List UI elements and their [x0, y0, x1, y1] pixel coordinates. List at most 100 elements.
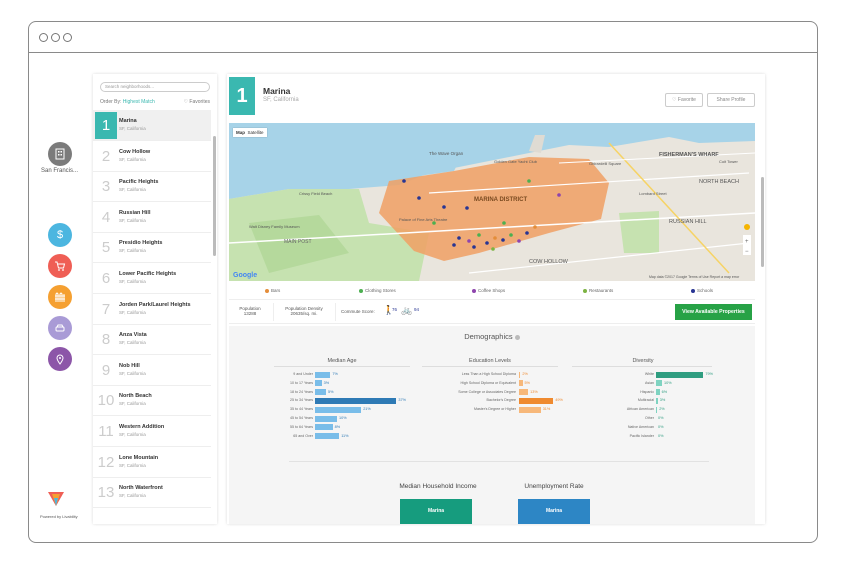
legend-dot-icon [265, 288, 269, 293]
bar-value: 0% [658, 424, 664, 429]
map-canvas[interactable]: The Wave Organ MARINA DISTRICT Palace of… [229, 123, 755, 281]
neighborhood-list-item[interactable]: 8 Anza Vista SF, California [93, 324, 211, 356]
bar-value: 79% [705, 372, 713, 376]
neighborhood-list-item[interactable]: 6 Lower Pacific Heights SF, California [93, 263, 211, 294]
bar-label: 25 to 34 Years [290, 398, 313, 403]
list-scrollbar[interactable] [213, 136, 216, 256]
bar-value: 7% [332, 372, 338, 376]
bar-value: 31% [542, 407, 551, 412]
google-logo: Google [233, 272, 257, 279]
commute-score-label: Commute Score: [341, 309, 375, 314]
list-item-city: SF, California [119, 279, 146, 284]
bar [656, 389, 660, 396]
neighborhood-list-item[interactable]: 11 Western Addition SF, California [93, 416, 211, 447]
list-item-rank: 1 [95, 112, 117, 139]
bar-value: 5% [328, 389, 334, 394]
median-age-title: Median Age [327, 358, 357, 364]
neighborhood-list-item[interactable]: 9 Nob Hill SF, California [93, 355, 211, 386]
info-icon[interactable] [514, 334, 520, 340]
bar [519, 389, 529, 396]
map-legend-item[interactable]: Clothing Stores [359, 288, 396, 293]
favorite-button[interactable]: ♡ Favorite [665, 93, 703, 107]
cart-icon[interactable] [48, 254, 72, 278]
building-icon[interactable] [48, 142, 72, 166]
list-item-city: SF, California [119, 462, 146, 468]
bar [519, 371, 521, 378]
favorites-link[interactable]: ♡ Favorites [184, 99, 210, 105]
bar [315, 406, 362, 413]
bar-label: Native American [627, 424, 654, 429]
dollar-icon[interactable]: $ [48, 223, 72, 247]
map-type-toggle[interactable]: Map Satellite [233, 128, 267, 137]
bar-label: 9 and Under [293, 372, 313, 376]
powered-by-label: Powered by Livability [40, 514, 78, 519]
map-label: The Wave Organ [429, 151, 464, 156]
location-icon[interactable] [48, 347, 72, 371]
rail-city-label: San Francis... [41, 168, 79, 174]
unemployment-box: Marina [518, 499, 590, 524]
divider [422, 366, 558, 367]
neighborhood-list-item[interactable]: 13 North Waterfront SF, California [93, 477, 211, 509]
window-dot-icon[interactable] [63, 33, 72, 42]
bar-label: 10 to 17 Years [290, 380, 313, 385]
map[interactable]: The Wave Organ MARINA DISTRICT Palace of… [229, 123, 755, 281]
map-label: Crissy Field Beach [299, 191, 332, 196]
neighborhood-detail-panel: 1 Marina SF, California ♡ Favorite Share… [227, 74, 765, 524]
window-dot-icon[interactable] [51, 33, 60, 42]
list-item-rank: 11 [98, 423, 114, 440]
demographics-title: Demographics [229, 332, 755, 341]
list-item-rank: 13 [97, 484, 115, 502]
divider [572, 366, 712, 367]
map-type-satellite-button[interactable]: Satellite [248, 130, 264, 135]
zoom-out-icon[interactable]: − [745, 249, 749, 255]
neighborhood-list-item[interactable]: 12 Lone Mountain SF, California [93, 447, 211, 478]
zoom-in-icon[interactable]: + [745, 239, 749, 245]
bar-label: African American [626, 407, 654, 412]
neighborhood-list-item[interactable]: 7 Jorden Park/Laurel Heights SF, Califor… [93, 294, 211, 325]
window-titlebar [29, 22, 817, 53]
map-legend-item[interactable]: Restaurants [583, 288, 613, 293]
bar-label: White [644, 372, 654, 376]
neighborhood-list-item[interactable]: 4 Russian Hill SF, California [93, 202, 211, 233]
order-by[interactable]: Order By: Highest Match [100, 99, 155, 105]
bar [315, 397, 397, 404]
bar-value: 0% [658, 416, 664, 420]
list-item-name: Nob Hill [119, 362, 140, 369]
share-profile-button[interactable]: Share Profile [707, 93, 755, 107]
fence-icon[interactable] [48, 285, 72, 309]
bar-label: Some College or Associates Degree [458, 389, 516, 394]
list-item-name: Anza Vista [119, 332, 147, 339]
view-available-properties-button[interactable]: View Available Properties [675, 304, 752, 320]
map-type-map-button[interactable]: Map [236, 130, 245, 135]
window-dot-icon[interactable] [39, 33, 48, 42]
map-label: Ghirardelli Square [589, 161, 622, 166]
map-label: Golden Gate Yacht Club [494, 159, 538, 164]
detail-scrollbar[interactable] [761, 177, 764, 267]
map-legend-item[interactable]: Coffee Shops [472, 288, 505, 293]
divider [274, 366, 410, 367]
map-label: MARINA DISTRICT [474, 197, 527, 203]
education-title: Education Levels [469, 358, 511, 364]
order-by-value[interactable]: Highest Match [123, 99, 155, 105]
list-item-name: Western Addition [119, 424, 165, 430]
bar-value: 3% [659, 398, 666, 403]
bar-value: 10% [664, 380, 672, 385]
neighborhood-list-item[interactable]: 2 Cow Hollow SF, California [93, 141, 211, 172]
car-icon[interactable] [48, 316, 72, 340]
neighborhood-list-item[interactable]: 5 Presidio Heights SF, California [93, 232, 211, 264]
map-legend-item[interactable]: Bars [265, 288, 280, 293]
map-label: Lombard Street [639, 191, 667, 196]
search-input[interactable]: Search neighborhoods... [100, 82, 210, 92]
map-legend-item[interactable]: Schools [691, 288, 713, 293]
bar [315, 433, 340, 440]
neighborhood-list-item[interactable]: 1 Marina SF, California [93, 110, 211, 141]
map-label: COW HOLLOW [529, 259, 569, 265]
bar-value: 49% [555, 398, 563, 403]
bar-label: Other [645, 416, 654, 420]
neighborhood-list-item[interactable]: 3 Pacific Heights SF, California [93, 171, 211, 203]
list-item-city: SF, California [119, 187, 146, 193]
list-item-city: SF, California [119, 493, 146, 499]
neighborhood-list-item[interactable]: 10 North Beach SF, California [93, 385, 211, 417]
bike-icon: 🚲 [401, 305, 413, 315]
pegman-icon[interactable] [744, 224, 750, 230]
